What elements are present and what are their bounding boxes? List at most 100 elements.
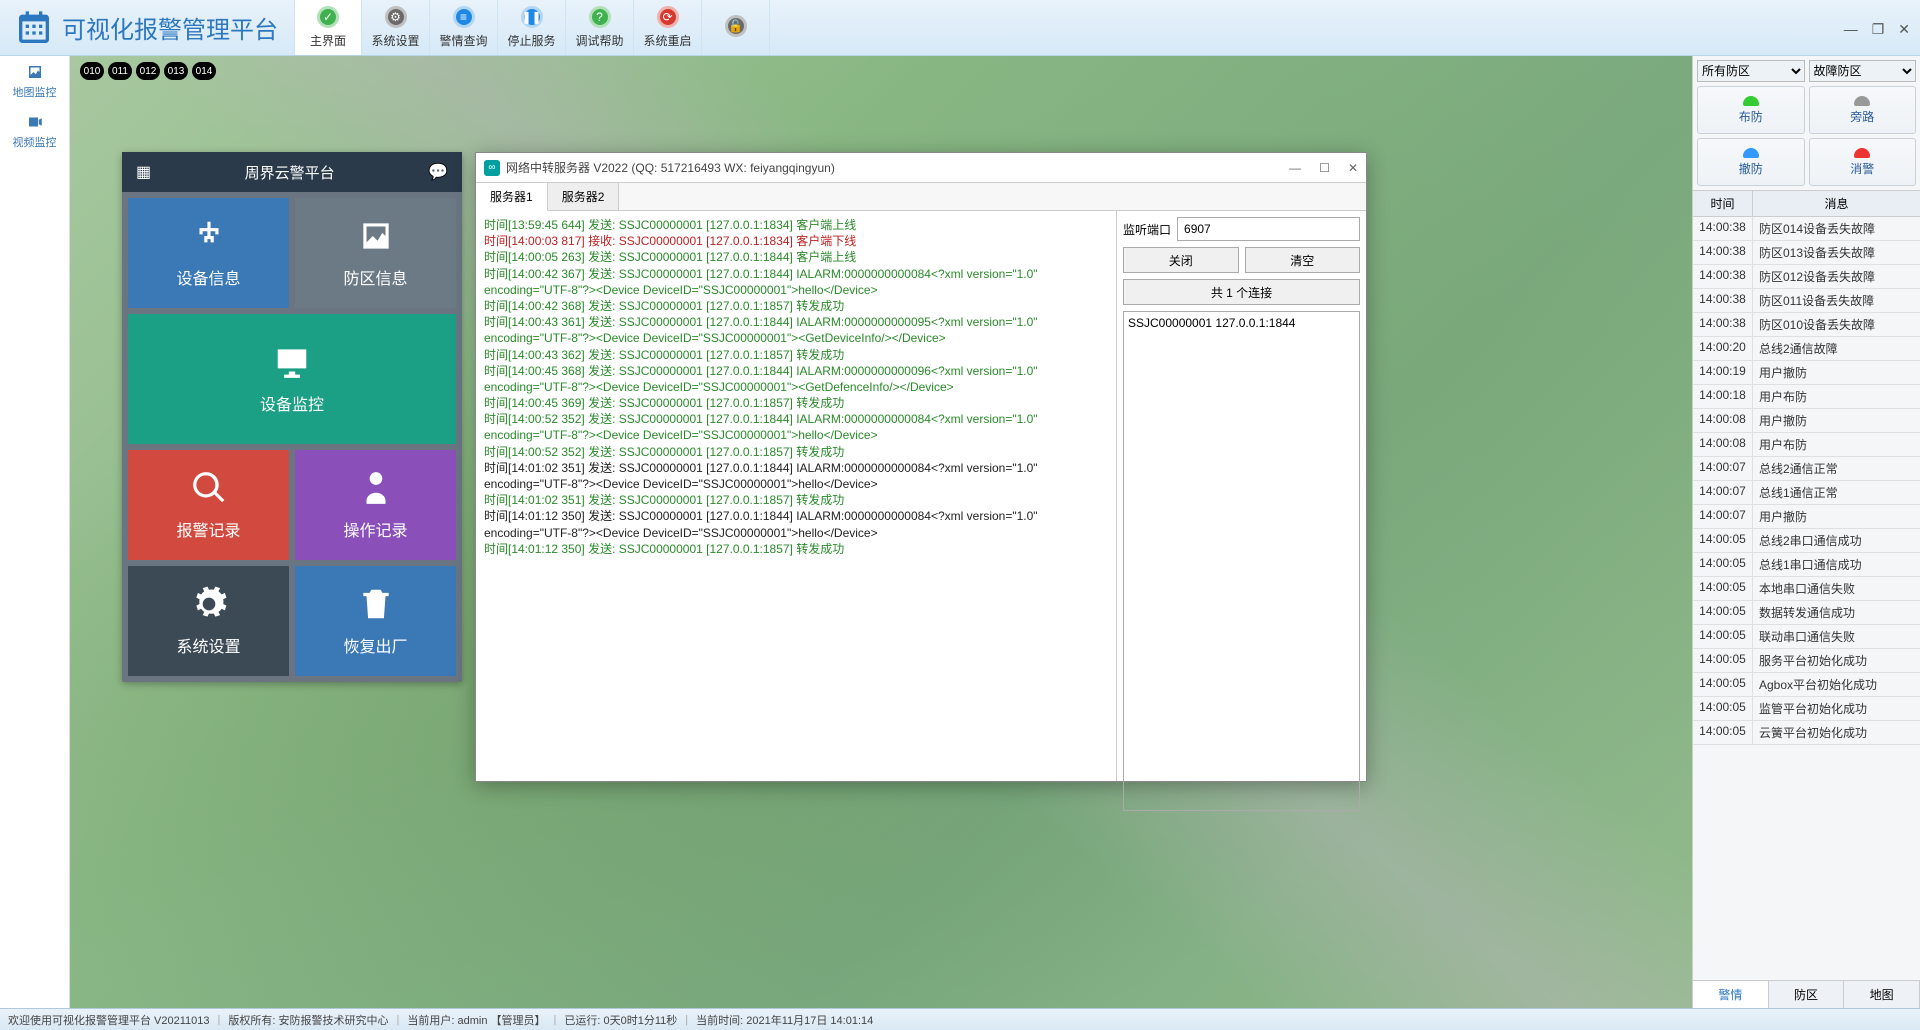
tab-服务器1[interactable]: 服务器1	[476, 183, 548, 211]
zone-chip[interactable]: 012	[136, 62, 160, 80]
log-line: 时间[14:01:02 351] 发送: SSJC00000001 [127.0…	[484, 492, 1108, 508]
dialog-minimize-icon[interactable]: —	[1289, 161, 1301, 175]
event-row[interactable]: 14:00:20总线2通信故障	[1693, 337, 1920, 361]
sidebar-item-地图监控[interactable]: 地图监控	[0, 56, 69, 106]
log-line: 时间[14:00:03 817] 接收: SSJC00000001 [127.0…	[484, 233, 1108, 249]
minimize-icon[interactable]: —	[1844, 21, 1858, 37]
right-panel: 所有防区 故障防区 布防旁路撤防消警 时间 消息 14:00:38防区014设备…	[1692, 56, 1920, 1008]
dialog-titlebar[interactable]: ∞ 网络中转服务器 V2022 (QQ: 517216493 WX: feiya…	[476, 153, 1366, 183]
action-布防[interactable]: 布防	[1697, 86, 1805, 134]
action-消警[interactable]: 消警	[1809, 138, 1917, 186]
event-row[interactable]: 14:00:05云簧平台初始化成功	[1693, 721, 1920, 745]
event-row[interactable]: 14:00:08用户撤防	[1693, 409, 1920, 433]
zone-chip[interactable]: 014	[192, 62, 216, 80]
toolbar-lock[interactable]: 🔓	[702, 0, 770, 55]
zone-chip[interactable]: 011	[108, 62, 132, 80]
bottom-tab-地图[interactable]: 地图	[1844, 981, 1920, 1008]
log-line: 时间[14:00:52 352] 发送: SSJC00000001 [127.0…	[484, 444, 1108, 460]
event-row[interactable]: 14:00:05Agbox平台初始化成功	[1693, 673, 1920, 697]
sidebar-item-视频监控[interactable]: 视频监控	[0, 106, 69, 156]
event-row[interactable]: 14:00:05本地串口通信失败	[1693, 577, 1920, 601]
event-row[interactable]: 14:00:18用户布防	[1693, 385, 1920, 409]
server-dialog: ∞ 网络中转服务器 V2022 (QQ: 517216493 WX: feiya…	[475, 152, 1367, 782]
action-旁路[interactable]: 旁路	[1809, 86, 1917, 134]
tile-防区信息[interactable]: 防区信息	[295, 198, 456, 308]
toolbar-调试帮助[interactable]: ?调试帮助	[566, 0, 634, 55]
dome-icon	[1854, 96, 1870, 106]
event-row[interactable]: 14:00:38防区012设备丢失故障	[1693, 265, 1920, 289]
toolbar-警情查询[interactable]: ≡警情查询	[430, 0, 498, 55]
tile-设备监控[interactable]: 设备监控	[128, 314, 456, 444]
bottom-tab-警情[interactable]: 警情	[1693, 981, 1769, 1008]
status-copyright: 版权所有: 安防报警技术研究中心	[228, 1012, 388, 1028]
connection-item[interactable]: SSJC00000001 127.0.0.1:1844	[1128, 316, 1355, 330]
titlebar: 可视化报警管理平台 ✓主界面⚙系统设置≡警情查询❚❚停止服务?调试帮助⟳系统重启…	[0, 0, 1920, 56]
log-line: 时间[14:00:43 362] 发送: SSJC00000001 [127.0…	[484, 347, 1108, 363]
event-row[interactable]: 14:00:38防区010设备丢失故障	[1693, 313, 1920, 337]
tab-服务器2[interactable]: 服务器2	[548, 183, 620, 210]
toolbar-icon: ?	[589, 6, 611, 28]
dialog-side: 监听端口 关闭 清空 共 1 个连接 SSJC00000001 127.0.0.…	[1116, 211, 1366, 781]
event-row[interactable]: 14:00:05总线1串口通信成功	[1693, 553, 1920, 577]
event-row[interactable]: 14:00:08用户布防	[1693, 433, 1920, 457]
event-row[interactable]: 14:00:38防区011设备丢失故障	[1693, 289, 1920, 313]
event-row[interactable]: 14:00:07用户撤防	[1693, 505, 1920, 529]
event-row[interactable]: 14:00:19用户撤防	[1693, 361, 1920, 385]
tile-设备信息[interactable]: 设备信息	[128, 198, 289, 308]
event-row[interactable]: 14:00:05总线2串口通信成功	[1693, 529, 1920, 553]
tile-报警记录[interactable]: 报警记录	[128, 450, 289, 560]
zone-chip[interactable]: 010	[80, 62, 104, 80]
bottom-tab-防区[interactable]: 防区	[1769, 981, 1845, 1008]
event-row[interactable]: 14:00:05联动串口通信失败	[1693, 625, 1920, 649]
clear-button[interactable]: 清空	[1245, 247, 1361, 273]
fault-filter-select[interactable]: 故障防区	[1809, 60, 1917, 82]
toolbar-主界面[interactable]: ✓主界面	[294, 0, 362, 55]
chat-icon[interactable]: 💬	[428, 162, 448, 182]
log-line: 时间[14:01:02 351] 发送: SSJC00000001 [127.0…	[484, 460, 1108, 492]
toolbar-停止服务[interactable]: ❚❚停止服务	[498, 0, 566, 55]
log-line: 时间[13:59:45 644] 发送: SSJC00000001 [127.0…	[484, 217, 1108, 233]
tile-恢复出厂[interactable]: 恢复出厂	[295, 566, 456, 676]
action-撤防[interactable]: 撤防	[1697, 138, 1805, 186]
dome-icon	[1743, 96, 1759, 106]
close-button[interactable]: 关闭	[1123, 247, 1239, 273]
col-message: 消息	[1753, 191, 1920, 216]
event-rows[interactable]: 14:00:38防区014设备丢失故障14:00:38防区013设备丢失故障14…	[1693, 217, 1920, 980]
zone-chip[interactable]: 013	[164, 62, 188, 80]
port-label: 监听端口	[1123, 221, 1171, 238]
port-input[interactable]	[1177, 217, 1360, 241]
log-line: 时间[14:00:05 263] 发送: SSJC00000001 [127.0…	[484, 249, 1108, 265]
close-icon[interactable]: ✕	[1898, 21, 1910, 38]
connection-list[interactable]: SSJC00000001 127.0.0.1:1844	[1123, 311, 1360, 811]
status-welcome: 欢迎使用可视化报警管理平台 V20211013	[8, 1012, 210, 1028]
log-line: 时间[14:01:12 350] 发送: SSJC00000001 [127.0…	[484, 508, 1108, 540]
tile-系统设置[interactable]: 系统设置	[128, 566, 289, 676]
col-time: 时间	[1693, 191, 1753, 216]
dialog-maximize-icon[interactable]: ☐	[1319, 161, 1330, 175]
infinity-icon: ∞	[484, 160, 500, 176]
event-row[interactable]: 14:00:05监管平台初始化成功	[1693, 697, 1920, 721]
log-line: 时间[14:00:42 368] 发送: SSJC00000001 [127.0…	[484, 298, 1108, 314]
event-row[interactable]: 14:00:05数据转发通信成功	[1693, 601, 1920, 625]
dialog-close-icon[interactable]: ✕	[1348, 161, 1358, 175]
event-row[interactable]: 14:00:38防区014设备丢失故障	[1693, 217, 1920, 241]
log-line: 时间[14:00:45 368] 发送: SSJC00000001 [127.0…	[484, 363, 1108, 395]
status-bar: 欢迎使用可视化报警管理平台 V20211013| 版权所有: 安防报警技术研究中…	[0, 1008, 1920, 1030]
tile-操作记录[interactable]: 操作记录	[295, 450, 456, 560]
event-row[interactable]: 14:00:38防区013设备丢失故障	[1693, 241, 1920, 265]
toolbar-icon: ⚙	[385, 6, 407, 28]
toolbar-icon: ✓	[317, 6, 339, 28]
tile-panel-title: 周界云警平台	[245, 162, 335, 183]
event-row[interactable]: 14:00:07总线2通信正常	[1693, 457, 1920, 481]
maximize-icon[interactable]: ❐	[1872, 21, 1885, 38]
log-line: 时间[14:01:12 350] 发送: SSJC00000001 [127.0…	[484, 541, 1108, 557]
connections-button[interactable]: 共 1 个连接	[1123, 279, 1360, 305]
event-row[interactable]: 14:00:05服务平台初始化成功	[1693, 649, 1920, 673]
toolbar-系统设置[interactable]: ⚙系统设置	[362, 0, 430, 55]
event-row[interactable]: 14:00:07总线1通信正常	[1693, 481, 1920, 505]
zone-filter-select[interactable]: 所有防区	[1697, 60, 1805, 82]
status-user: 当前用户: admin 【管理员】	[407, 1012, 545, 1028]
toolbar-系统重启[interactable]: ⟳系统重启	[634, 0, 702, 55]
log-area[interactable]: 时间[13:59:45 644] 发送: SSJC00000001 [127.0…	[476, 211, 1116, 781]
toolbar-icon: ❚❚	[521, 6, 543, 28]
